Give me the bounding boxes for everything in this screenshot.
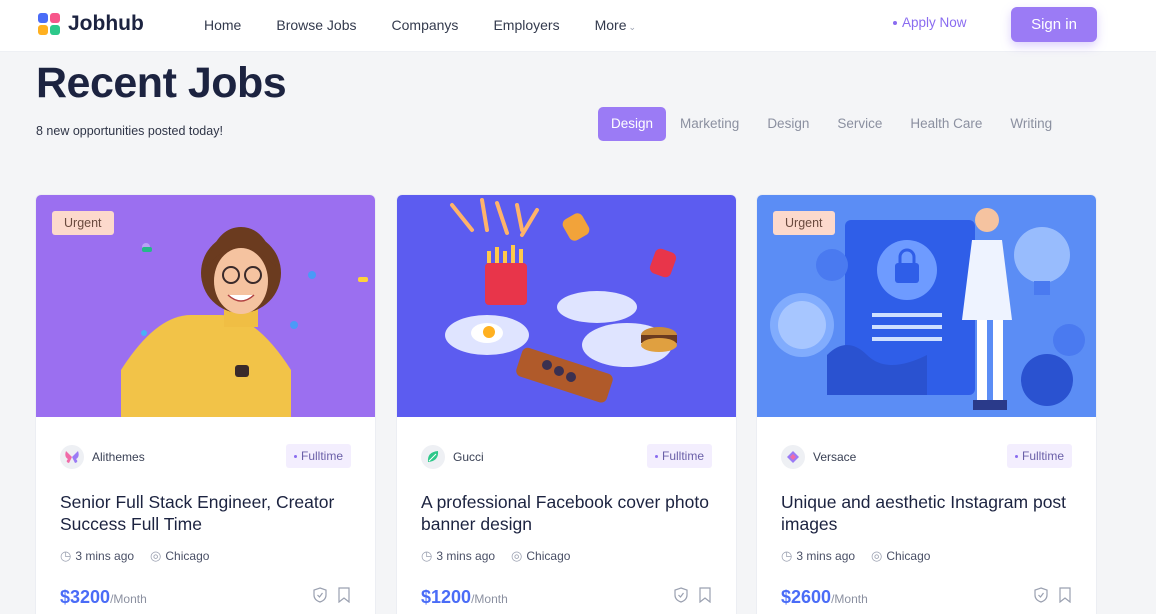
leaf-logo-icon bbox=[421, 445, 445, 469]
job-location: Chicago bbox=[886, 549, 931, 563]
location-pin-icon: ◎ bbox=[871, 548, 883, 563]
category-tabs: Design Marketing Design Service Health C… bbox=[598, 107, 1066, 141]
job-meta: ◷ 3 mins ago ◎ Chicago bbox=[781, 548, 930, 564]
job-card[interactable]: Urgent Versace Fulltime Unique and aesth… bbox=[756, 194, 1097, 614]
bullet-icon bbox=[293, 455, 297, 459]
tab-design[interactable]: Design bbox=[753, 107, 823, 141]
company-name: Gucci bbox=[453, 450, 484, 464]
job-type-label: Fulltime bbox=[661, 449, 704, 463]
main-nav: Home Browse Jobs Companys Employers More… bbox=[204, 17, 636, 33]
logo-icon bbox=[38, 13, 60, 35]
card-actions bbox=[313, 587, 351, 603]
bullet-icon bbox=[893, 21, 897, 26]
job-meta: ◷ 3 mins ago ◎ Chicago bbox=[60, 548, 209, 564]
job-type-label: Fulltime bbox=[1021, 449, 1064, 463]
job-title[interactable]: Unique and aesthetic Instagram post imag… bbox=[781, 491, 1081, 535]
job-card[interactable]: Gucci Fulltime A professional Facebook c… bbox=[396, 194, 737, 614]
bookmark-icon[interactable] bbox=[698, 587, 712, 603]
tab-service[interactable]: Service bbox=[823, 107, 896, 141]
sign-in-button[interactable]: Sign in bbox=[1011, 7, 1097, 42]
company-info[interactable]: Gucci bbox=[421, 445, 484, 469]
page-subtitle: 8 new opportunities posted today! bbox=[36, 124, 223, 138]
page-title: Recent Jobs bbox=[36, 59, 287, 107]
chevron-down-icon: ⌄ bbox=[628, 22, 637, 32]
job-card-image: Urgent bbox=[36, 195, 375, 417]
diamond-logo-icon bbox=[781, 445, 805, 469]
job-card[interactable]: Urgent Alithemes Fulltime Senior Full St… bbox=[35, 194, 376, 614]
job-location: Chicago bbox=[526, 549, 571, 563]
job-location: Chicago bbox=[165, 549, 210, 563]
job-title[interactable]: Senior Full Stack Engineer, Creator Succ… bbox=[60, 491, 360, 535]
shield-icon[interactable] bbox=[313, 587, 327, 603]
brand-name: Jobhub bbox=[68, 12, 144, 35]
shield-icon[interactable] bbox=[1034, 587, 1048, 603]
job-title[interactable]: A professional Facebook cover photo bann… bbox=[421, 491, 721, 535]
job-salary: $2600/Month bbox=[781, 587, 868, 608]
nav-browse-jobs[interactable]: Browse Jobs bbox=[276, 17, 356, 33]
job-type-badge: Fulltime bbox=[1006, 444, 1072, 468]
nav-more[interactable]: More ⌄ bbox=[595, 17, 636, 33]
nav-home[interactable]: Home bbox=[204, 17, 241, 33]
apply-now-link[interactable]: Apply Now bbox=[893, 15, 967, 30]
bookmark-icon[interactable] bbox=[337, 587, 351, 603]
tab-writing[interactable]: Writing bbox=[996, 107, 1066, 141]
job-card-image: Urgent bbox=[757, 195, 1096, 417]
apply-now-label: Apply Now bbox=[902, 15, 967, 30]
top-navbar: Jobhub Home Browse Jobs Companys Employe… bbox=[0, 0, 1156, 52]
nav-more-label: More bbox=[594, 17, 627, 33]
posted-time: 3 mins ago bbox=[436, 549, 496, 563]
salary-period: /Month bbox=[831, 592, 868, 606]
card-actions bbox=[674, 587, 712, 603]
clock-icon: ◷ bbox=[781, 548, 793, 563]
location-pin-icon: ◎ bbox=[511, 548, 523, 563]
salary-period: /Month bbox=[471, 592, 508, 606]
tab-health-care[interactable]: Health Care bbox=[896, 107, 996, 141]
job-card-image bbox=[397, 195, 736, 417]
nav-companys[interactable]: Companys bbox=[392, 17, 459, 33]
butterfly-logo-icon bbox=[60, 445, 84, 469]
job-meta: ◷ 3 mins ago ◎ Chicago bbox=[421, 548, 570, 564]
tab-marketing[interactable]: Marketing bbox=[666, 107, 753, 141]
clock-icon: ◷ bbox=[60, 548, 72, 563]
salary-amount: $3200 bbox=[60, 587, 111, 607]
bullet-icon bbox=[1014, 455, 1018, 459]
job-type-badge: Fulltime bbox=[285, 444, 351, 468]
location-pin-icon: ◎ bbox=[150, 548, 162, 563]
card-actions bbox=[1034, 587, 1072, 603]
company-name: Versace bbox=[813, 450, 857, 464]
job-salary: $1200/Month bbox=[421, 587, 508, 608]
company-info[interactable]: Versace bbox=[781, 445, 856, 469]
posted-time: 3 mins ago bbox=[796, 549, 856, 563]
salary-amount: $2600 bbox=[781, 587, 832, 607]
bookmark-icon[interactable] bbox=[1058, 587, 1072, 603]
bullet-icon bbox=[654, 455, 658, 459]
posted-time: 3 mins ago bbox=[75, 549, 135, 563]
urgent-badge: Urgent bbox=[773, 211, 835, 235]
company-name: Alithemes bbox=[92, 450, 145, 464]
tab-design-active[interactable]: Design bbox=[598, 107, 667, 141]
job-type-label: Fulltime bbox=[300, 449, 343, 463]
job-type-badge: Fulltime bbox=[646, 444, 712, 468]
salary-period: /Month bbox=[110, 592, 147, 606]
salary-amount: $1200 bbox=[421, 587, 472, 607]
company-info[interactable]: Alithemes bbox=[60, 445, 145, 469]
shield-icon[interactable] bbox=[674, 587, 688, 603]
urgent-badge: Urgent bbox=[52, 211, 114, 235]
job-salary: $3200/Month bbox=[60, 587, 147, 608]
nav-employers[interactable]: Employers bbox=[493, 17, 559, 33]
brand-logo[interactable]: Jobhub bbox=[38, 12, 144, 36]
clock-icon: ◷ bbox=[421, 548, 433, 563]
